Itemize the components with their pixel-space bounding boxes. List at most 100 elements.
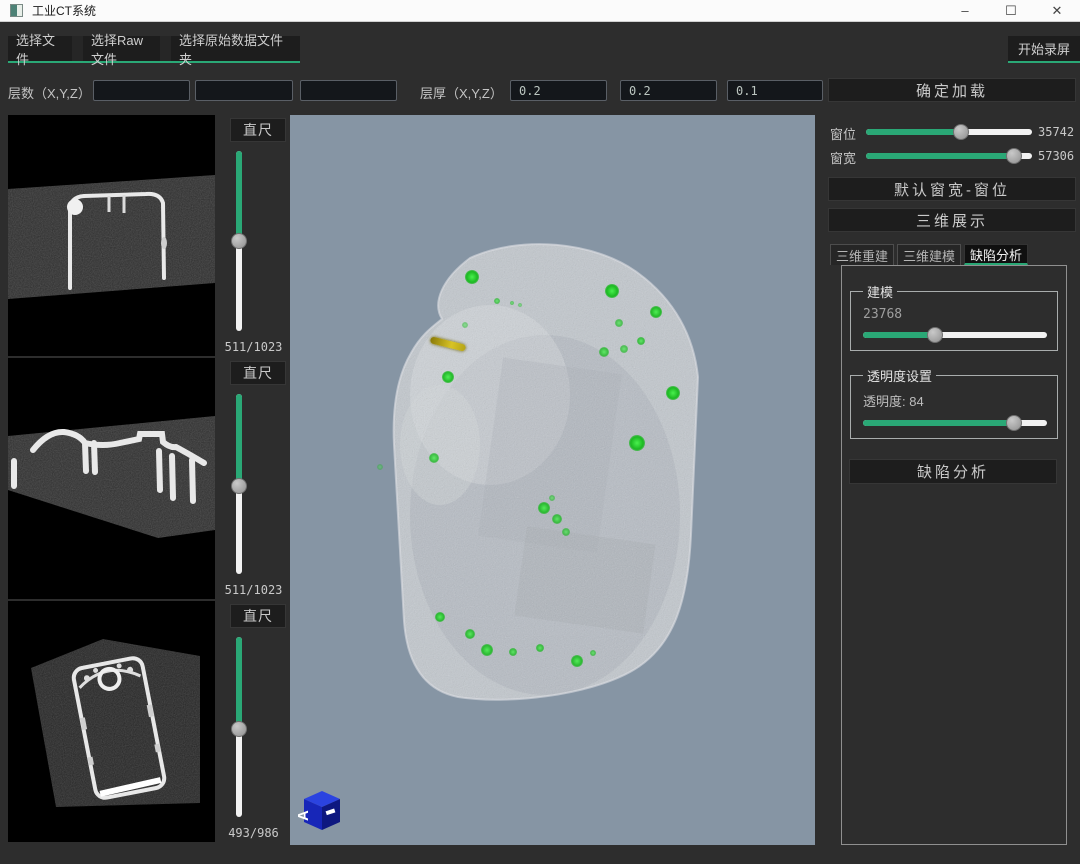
slice-slider-track-1[interactable] [236,151,242,331]
ruler-button-1[interactable]: 直尺 [230,118,286,142]
defect-marker [650,306,662,318]
defect-marker [605,284,619,298]
thickness-label: 层厚（X,Y,Z） [420,83,503,102]
defect-marker [599,347,609,357]
modeling-slider-knob[interactable] [927,327,943,343]
modeling-group: 建模 23768 [850,282,1058,351]
slice-row-3: 直尺 493/986 [8,601,290,842]
window-level-label: 窗位 [830,124,856,143]
analysis-tabs: 三维重建 三维建模 缺陷分析 [830,244,1028,265]
defect-layer [290,115,815,845]
layers-y-input[interactable] [195,80,293,101]
slice-row-2: 直尺 511/1023 [8,358,290,599]
industrial-ct-app: 工业CT系统 – ☐ ✕ 选择文件 选择Raw文件 选择原始数据文件夹 开始录屏… [0,0,1080,864]
thickness-z-input[interactable] [727,80,823,101]
defect-marker [509,648,517,656]
slice-slider-knob-2[interactable] [231,478,247,494]
defect-marker [377,464,383,470]
defect-marker [549,495,555,501]
default-window-button[interactable]: 默认窗宽-窗位 [828,177,1076,201]
defect-analysis-panel: 建模 23768 透明度设置 透明度: 84 [841,265,1067,845]
slice-index-2: 511/1023 [217,583,290,597]
ct-slice-view-3[interactable] [8,601,215,842]
layers-x-input[interactable] [93,80,190,101]
defect-marker [481,644,493,656]
defect-marker [518,303,522,307]
defect-marker [552,514,562,524]
slice-index-3: 493/986 [217,826,290,840]
tab-3d-reconstruction[interactable]: 三维重建 [830,244,894,265]
window-width-label: 窗宽 [830,148,856,167]
defect-marker [590,650,596,656]
opacity-slider-knob[interactable] [1006,415,1022,431]
modeling-group-title: 建模 [863,282,897,301]
defect-marker [510,301,514,305]
modeling-slider[interactable] [863,332,1047,338]
opacity-slider[interactable] [863,420,1047,426]
modeling-value: 23768 [863,307,1047,322]
select-file-button[interactable]: 选择文件 [8,36,72,61]
slice-slider-2: 直尺 511/1023 [217,358,290,599]
window-width-value: 57306 [1038,149,1074,163]
window-width-knob[interactable] [1006,148,1022,164]
defect-marker [615,319,623,327]
close-icon[interactable]: ✕ [1034,0,1080,22]
ct-slice-view-2[interactable] [8,358,215,599]
defect-marker [637,337,645,345]
display-3d-button[interactable]: 三维展示 [828,208,1076,232]
defect-marker [429,453,439,463]
defect-marker [571,655,583,667]
window-level-slider[interactable] [866,129,1032,135]
record-toolbar: 开始录屏 [1008,36,1080,63]
ct-slice-view-1[interactable] [8,115,215,356]
defect-marker [442,371,454,383]
thickness-x-input[interactable] [510,80,607,101]
start-recording-button[interactable]: 开始录屏 [1008,36,1080,61]
defect-analysis-button[interactable]: 缺陷分析 [849,459,1057,484]
defect-marker [536,644,544,652]
slice-slider-3: 直尺 493/986 [217,601,290,842]
opacity-group-title: 透明度设置 [863,366,936,385]
tab-3d-modeling[interactable]: 三维建模 [897,244,961,265]
slice-slider-1: 直尺 511/1023 [217,115,290,356]
vendor-logo-cube: A [298,787,342,831]
layers-z-input[interactable] [300,80,397,101]
defect-marker [538,502,550,514]
layers-label: 层数（X,Y,Z） [8,83,91,102]
defect-marker [666,386,680,400]
render-viewport-3d[interactable]: A [290,115,815,845]
slice-slider-track-2[interactable] [236,394,242,574]
defect-marker [629,435,645,451]
window-controls: – ☐ ✕ [942,0,1080,22]
select-raw-folder-button[interactable]: 选择原始数据文件夹 [171,36,300,61]
confirm-load-button[interactable]: 确定加载 [828,78,1076,102]
logo-letter: A [298,810,312,821]
metal-artifact-marker [430,336,467,352]
slice-index-1: 511/1023 [217,340,290,354]
window-width-slider[interactable] [866,153,1032,159]
minimize-icon[interactable]: – [942,0,988,22]
file-toolbar: 选择文件 选择Raw文件 选择原始数据文件夹 [8,36,300,63]
defect-marker [462,322,468,328]
defect-marker [465,629,475,639]
opacity-value-label: 透明度: 84 [863,391,1047,410]
ruler-button-3[interactable]: 直尺 [230,604,286,628]
window-level-value: 35742 [1038,125,1074,139]
defect-marker [435,612,445,622]
tab-defect-analysis[interactable]: 缺陷分析 [964,244,1028,265]
slice-row-1: 直尺 511/1023 [8,115,290,356]
ruler-button-2[interactable]: 直尺 [230,361,286,385]
title-bar: 工业CT系统 – ☐ ✕ [0,0,1080,22]
maximize-icon[interactable]: ☐ [988,0,1034,22]
slice-slider-knob-3[interactable] [231,721,247,737]
defect-marker [465,270,479,284]
slice-slider-knob-1[interactable] [231,233,247,249]
window-level-knob[interactable] [953,124,969,140]
defect-marker [562,528,570,536]
select-raw-file-button[interactable]: 选择Raw文件 [83,36,160,61]
opacity-group: 透明度设置 透明度: 84 [850,366,1058,439]
app-icon [10,4,23,17]
thickness-y-input[interactable] [620,80,717,101]
slice-slider-track-3[interactable] [236,637,242,817]
defect-marker [620,345,628,353]
